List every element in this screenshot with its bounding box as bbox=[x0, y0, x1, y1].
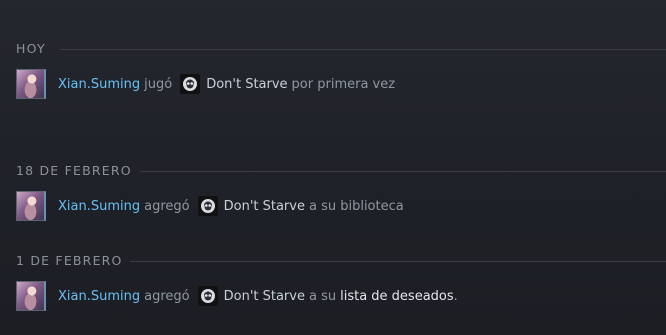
dont-starve-icon[interactable] bbox=[197, 286, 218, 306]
activity-event: Xian.Suming agregó Don't Starve a su lis… bbox=[16, 279, 458, 313]
date-header: 18 DE FEBRERO bbox=[0, 162, 666, 180]
user-avatar[interactable] bbox=[16, 191, 46, 221]
game-link[interactable]: Don't Starve bbox=[224, 289, 305, 304]
date-divider bbox=[60, 49, 666, 50]
dont-starve-icon[interactable] bbox=[180, 74, 201, 94]
activity-section-feb18: 18 DE FEBRERO bbox=[0, 162, 666, 180]
date-header: 1 DE FEBRERO bbox=[0, 252, 666, 270]
user-avatar[interactable] bbox=[16, 281, 46, 311]
username-link[interactable]: Xian.Suming bbox=[58, 289, 140, 304]
username-link[interactable]: Xian.Suming bbox=[58, 199, 140, 214]
activity-section-feb1: 1 DE FEBRERO bbox=[0, 252, 666, 270]
date-label: 1 DE FEBRERO bbox=[16, 253, 123, 268]
username-link[interactable]: Xian.Suming bbox=[58, 77, 140, 92]
action-verb: jugó bbox=[144, 76, 173, 92]
action-suffix: por primera vez bbox=[291, 76, 396, 92]
game-link[interactable]: Don't Starve bbox=[206, 77, 287, 92]
date-label: 18 DE FEBRERO bbox=[16, 163, 132, 178]
date-label: HOY bbox=[16, 41, 46, 56]
action-verb: agregó bbox=[144, 198, 190, 214]
wishlist-link[interactable]: lista de deseados bbox=[340, 289, 454, 304]
game-link[interactable]: Don't Starve bbox=[224, 199, 305, 214]
action-suffix: a su bbox=[308, 288, 337, 304]
user-avatar[interactable] bbox=[16, 69, 46, 99]
date-header: HOY bbox=[0, 40, 666, 58]
date-divider bbox=[130, 261, 666, 262]
activity-event: Xian.Suming agregó Don't Starve a su bib… bbox=[16, 189, 404, 223]
date-divider bbox=[140, 171, 666, 172]
action-verb: agregó bbox=[144, 288, 190, 304]
dont-starve-icon[interactable] bbox=[197, 196, 218, 216]
activity-event: Xian.Suming jugó Don't Starve por primer… bbox=[16, 67, 395, 101]
action-suffix: a su biblioteca bbox=[308, 198, 404, 214]
activity-section-today: HOY bbox=[0, 40, 666, 58]
sentence-end: . bbox=[453, 288, 458, 304]
